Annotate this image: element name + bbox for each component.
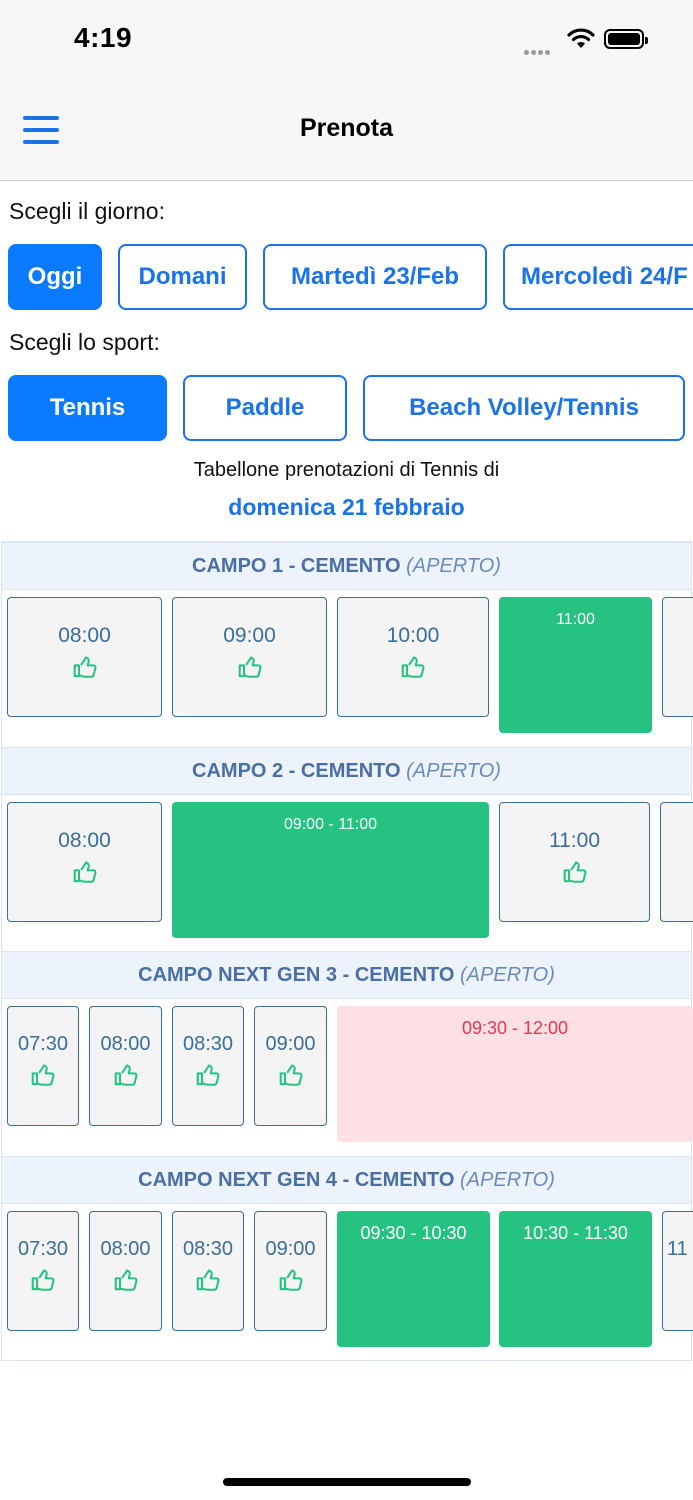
time-slot[interactable]: 07:30: [7, 1211, 79, 1331]
time-slot[interactable]: 08:30: [172, 1211, 244, 1331]
time-slot[interactable]: 10:00: [337, 597, 489, 717]
slot-time: 10:00: [386, 624, 440, 647]
time-slot[interactable]: 08:00: [7, 802, 162, 922]
sport-chip-beach-volley[interactable]: Beach Volley/Tennis: [363, 375, 685, 441]
time-slot[interactable]: 11:00: [499, 802, 650, 922]
slot-time: 08:00: [58, 829, 111, 852]
court-name: CAMPO NEXT GEN 3 - CEMENTO: [138, 964, 455, 986]
status-bar: 4:19: [0, 0, 693, 80]
court-name: CAMPO NEXT GEN 4 - CEMENTO: [138, 1169, 455, 1191]
board-caption: Tabellone prenotazioni di Tennis di: [193, 459, 500, 481]
thumbs-up-icon: [113, 1062, 139, 1088]
time-slot[interactable]: [662, 597, 693, 717]
slot-time: 11: [667, 1238, 688, 1260]
sport-label: Scegli lo sport:: [9, 329, 160, 355]
day-chip-wednesday[interactable]: Mercoledì 24/F: [503, 244, 693, 310]
time-slot[interactable]: 08:00: [7, 597, 162, 717]
time-slot[interactable]: 08:30: [172, 1006, 244, 1126]
thumbs-up-icon: [278, 1062, 304, 1088]
court-status: (APERTO): [406, 760, 501, 782]
day-label: Scegli il giorno:: [9, 198, 165, 224]
booked-slot[interactable]: 09:00 - 11:00: [172, 802, 489, 938]
booked-slot[interactable]: 09:30 - 10:30: [337, 1211, 490, 1347]
thumbs-up-icon: [562, 859, 588, 885]
thumbs-up-icon: [278, 1267, 304, 1293]
time-slot[interactable]: 09:00: [254, 1006, 327, 1126]
thumbs-up-icon: [72, 654, 98, 680]
slot-time: 07:30: [17, 1033, 69, 1055]
time-slot[interactable]: 08:00: [89, 1006, 162, 1126]
thumbs-up-icon: [30, 1062, 56, 1088]
court-header: CAMPO NEXT GEN 4 - CEMENTO (APERTO): [2, 1156, 691, 1204]
thumbs-up-icon: [72, 859, 98, 885]
battery-icon: [604, 29, 648, 49]
slot-time: 09:00: [223, 624, 276, 647]
thumbs-up-icon: [30, 1267, 56, 1293]
time-slot[interactable]: 08:00: [89, 1211, 162, 1331]
thumbs-up-icon: [113, 1267, 139, 1293]
court-header: CAMPO NEXT GEN 3 - CEMENTO (APERTO): [2, 951, 691, 999]
court-status: (APERTO): [460, 964, 555, 986]
day-chip-tuesday[interactable]: Martedì 23/Feb: [263, 244, 487, 310]
slot-time: 09:00: [265, 1238, 316, 1260]
home-indicator[interactable]: [223, 1478, 471, 1486]
booked-slot[interactable]: 10:30 - 11:30: [499, 1211, 652, 1347]
slot-time: 11:00: [549, 829, 600, 852]
thumbs-up-icon: [195, 1267, 221, 1293]
court-status: (APERTO): [460, 1169, 555, 1191]
time-slot[interactable]: 09:00: [254, 1211, 327, 1331]
time-slot[interactable]: 09:00: [172, 597, 327, 717]
slot-time: 08:30: [182, 1033, 234, 1055]
thumbs-up-icon: [400, 654, 426, 680]
nav-bar: Prenota: [0, 80, 693, 181]
slot-time: 08:00: [100, 1033, 151, 1055]
day-chip-today[interactable]: Oggi: [8, 244, 102, 310]
time-slot[interactable]: 07:30: [7, 1006, 79, 1126]
court-name: CAMPO 1 - CEMENTO: [192, 555, 401, 577]
thumbs-up-icon: [237, 654, 263, 680]
time-slot[interactable]: [660, 802, 693, 922]
slot-time: 08:00: [58, 624, 111, 647]
board-date: domenica 21 febbraio: [228, 494, 465, 520]
court-status: (APERTO): [406, 555, 501, 577]
reserved-slot[interactable]: 09:30 - 12:00: [337, 1006, 693, 1142]
slot-time: 08:00: [100, 1238, 151, 1260]
time-slot[interactable]: 11: [662, 1211, 693, 1331]
sport-chip-tennis[interactable]: Tennis: [8, 375, 167, 441]
sport-chip-paddle[interactable]: Paddle: [183, 375, 347, 441]
court-header: CAMPO 2 - CEMENTO (APERTO): [2, 747, 691, 795]
day-chip-tomorrow[interactable]: Domani: [118, 244, 247, 310]
wifi-icon: [567, 28, 595, 48]
page-title: Prenota: [299, 114, 394, 142]
booked-slot[interactable]: 11:00: [499, 597, 652, 733]
slot-time: 08:30: [182, 1238, 234, 1260]
slot-time: 07:30: [17, 1238, 69, 1260]
signal-icon: [524, 42, 552, 60]
slot-time: 09:00: [265, 1033, 316, 1055]
thumbs-up-icon: [195, 1062, 221, 1088]
court-header: CAMPO 1 - CEMENTO (APERTO): [2, 542, 691, 590]
status-time: 4:19: [74, 22, 133, 53]
court-name: CAMPO 2 - CEMENTO: [192, 760, 401, 782]
